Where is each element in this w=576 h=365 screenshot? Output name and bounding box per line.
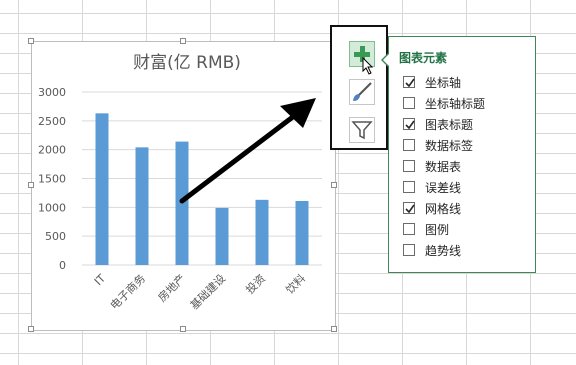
- option-label: 坐标轴: [425, 75, 462, 90]
- option-label: 图表标题: [425, 117, 474, 132]
- checkbox[interactable]: [403, 76, 415, 88]
- checkbox[interactable]: [403, 244, 415, 256]
- chart-elements-panel: 图表元素 坐标轴坐标轴标题图表标题数据标签数据表误差线网格线图例趋势线: [388, 36, 536, 273]
- option-7[interactable]: 网格线: [403, 199, 461, 217]
- option-label: 数据表: [425, 159, 462, 174]
- checkbox[interactable]: [403, 139, 415, 151]
- panel-title: 图表元素: [399, 51, 448, 65]
- checkmark-icon: [405, 78, 415, 88]
- option-label: 网格线: [425, 201, 462, 216]
- funnel-icon: [351, 121, 373, 140]
- option-label: 图例: [425, 222, 450, 237]
- option-label: 趋势线: [425, 243, 462, 258]
- option-3[interactable]: 图表标题: [403, 115, 473, 133]
- option-4[interactable]: 数据标签: [403, 136, 473, 154]
- chart-buttons-group: [330, 25, 388, 150]
- checkbox[interactable]: [403, 97, 415, 109]
- option-label: 坐标轴标题: [425, 96, 486, 111]
- option-6[interactable]: 误差线: [403, 178, 461, 196]
- option-2[interactable]: 坐标轴标题: [403, 94, 485, 112]
- checkmark-icon: [405, 204, 415, 214]
- option-8[interactable]: 图例: [403, 220, 449, 238]
- option-5[interactable]: 数据表: [403, 157, 461, 175]
- option-1[interactable]: 坐标轴: [403, 73, 461, 91]
- chart-styles-button[interactable]: [349, 79, 375, 105]
- checkbox[interactable]: [403, 223, 415, 235]
- option-9[interactable]: 趋势线: [403, 241, 461, 259]
- checkmark-icon: [405, 120, 415, 130]
- chart-filters-button[interactable]: [349, 117, 375, 143]
- checkbox[interactable]: [403, 202, 415, 214]
- checkbox[interactable]: [403, 181, 415, 193]
- cursor-icon: [362, 57, 374, 75]
- option-label: 误差线: [425, 180, 462, 195]
- checkbox[interactable]: [403, 118, 415, 130]
- checkbox[interactable]: [403, 160, 415, 172]
- panel-pointer-fill: [383, 53, 390, 67]
- option-label: 数据标签: [425, 138, 474, 153]
- paintbrush-icon: [353, 82, 372, 101]
